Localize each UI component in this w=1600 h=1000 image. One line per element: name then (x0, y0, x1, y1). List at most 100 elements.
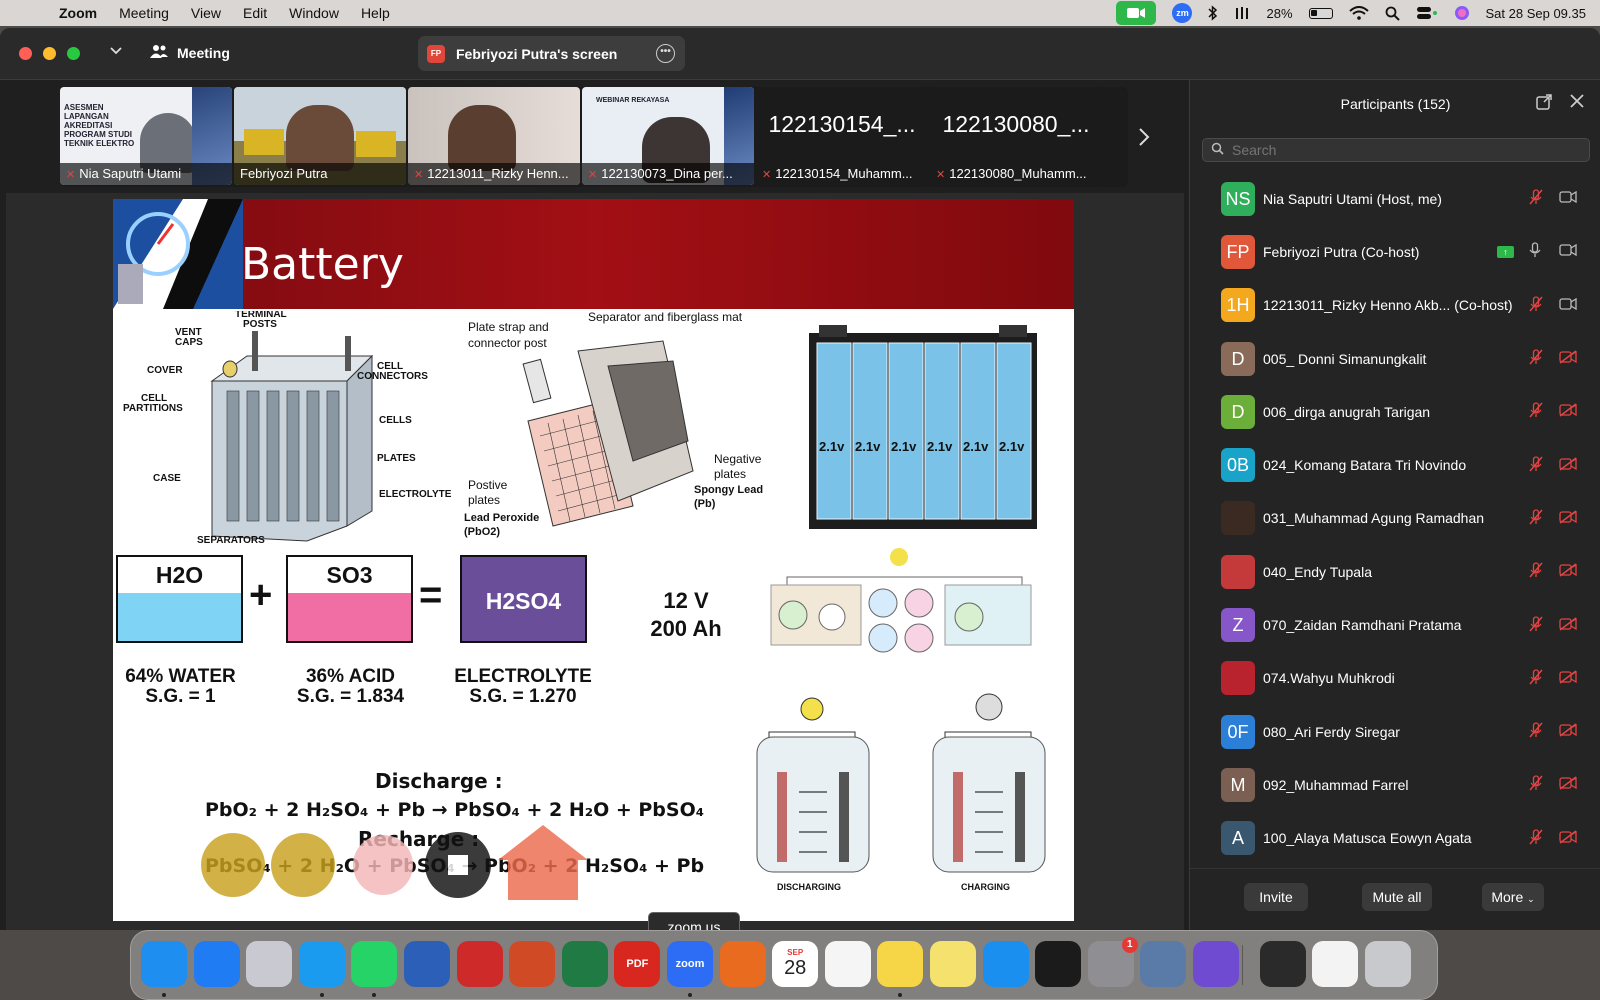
dock-launchpad-icon[interactable] (246, 941, 293, 987)
participant-row[interactable]: FP Febriyozi Putra (Co-host) ↑ (1190, 225, 1600, 278)
mic-muted-icon[interactable] (1529, 669, 1543, 688)
menu-help[interactable]: Help (350, 5, 401, 21)
mic-muted-icon[interactable] (1529, 509, 1543, 528)
dock-matlab-icon[interactable] (719, 941, 766, 987)
invite-button[interactable]: Invite (1244, 883, 1308, 911)
dock-zoom-icon[interactable]: zoom (667, 941, 713, 987)
wifi-icon[interactable] (1348, 3, 1369, 23)
thumbnail-video[interactable]: ASESMEN LAPANGAN AKREDITASI PROGRAM STUDI… (60, 87, 232, 185)
mic-muted-icon[interactable] (1529, 349, 1543, 368)
control-icon[interactable] (1234, 3, 1250, 23)
dock-imovie-icon[interactable] (1193, 941, 1239, 987)
dock-quicktime-icon[interactable] (1259, 941, 1306, 987)
participant-row[interactable]: 031_Muhammad Agung Ramadhan (1190, 492, 1600, 545)
mic-muted-icon[interactable] (1529, 775, 1543, 794)
dock-zotero-icon[interactable] (456, 941, 503, 987)
search-field[interactable] (1202, 138, 1590, 162)
bluetooth-icon[interactable] (1208, 3, 1218, 23)
video-off-icon[interactable] (1559, 776, 1577, 793)
thumbnail-no-video[interactable]: 122130080_... ✕ 122130080_Muhamm... (930, 87, 1102, 185)
video-icon[interactable] (1559, 244, 1577, 259)
mute-all-button[interactable]: Mute all (1362, 883, 1432, 911)
more-button[interactable]: More ⌄ (1482, 883, 1544, 911)
video-off-icon[interactable] (1559, 830, 1577, 847)
video-off-icon[interactable] (1559, 403, 1577, 420)
dock-settings-icon[interactable]: 1 (1087, 937, 1138, 987)
participant-row[interactable]: 0B 024_Komang Batara Tri Novindo (1190, 438, 1600, 491)
spotlight-search-icon[interactable] (1385, 3, 1400, 23)
dock-trash-icon[interactable] (1364, 941, 1411, 987)
search-input[interactable] (1232, 142, 1572, 158)
participant-row[interactable]: A 100_Alaya Matusca Eowyn Agata (1190, 812, 1600, 865)
dock-safari-icon[interactable] (298, 941, 345, 987)
thumbnail-video-active-speaker[interactable]: Febriyozi Putra (234, 87, 406, 185)
participant-row[interactable]: M 092_Muhammad Farrel (1190, 758, 1600, 811)
dock-keynote-icon[interactable] (982, 941, 1029, 987)
mic-muted-icon[interactable] (1529, 402, 1543, 421)
video-off-icon[interactable] (1559, 350, 1577, 367)
dock-excel-icon[interactable] (561, 941, 608, 987)
participant-row[interactable]: 040_Endy Tupala (1190, 545, 1600, 598)
menu-view[interactable]: View (180, 5, 232, 21)
menu-edit[interactable]: Edit (232, 5, 278, 21)
dock-preview-icon[interactable] (1140, 941, 1187, 987)
dock-calendar-icon[interactable]: SEP 28 (772, 941, 819, 987)
siri-icon[interactable] (1454, 3, 1470, 23)
menu-window[interactable]: Window (278, 5, 350, 21)
dock-reminders-icon[interactable] (824, 941, 871, 987)
dock-stickies-icon[interactable] (930, 941, 976, 987)
dock-whatsapp-icon[interactable] (351, 941, 398, 987)
participant-row[interactable]: NS Nia Saputri Utami (Host, me) (1190, 172, 1600, 225)
menu-app-zoom[interactable]: Zoom (48, 5, 108, 21)
view-options-icon[interactable]: ••• (656, 44, 675, 63)
mic-muted-icon[interactable] (1529, 615, 1543, 635)
menu-meeting[interactable]: Meeting (108, 5, 180, 21)
dock-pdf-icon[interactable]: PDF (614, 941, 661, 987)
thumbnail-video[interactable]: ✕ 12213011_Rizky Henn... (408, 87, 580, 185)
zoom-status-icon[interactable]: zm (1172, 3, 1193, 23)
mic-muted-icon[interactable] (1529, 562, 1543, 581)
minimize-window-button[interactable] (43, 47, 56, 60)
participant-row[interactable]: 1H 12213011_Rizky Henno Akb... (Co-host) (1190, 279, 1600, 332)
video-off-icon[interactable] (1559, 616, 1577, 634)
video-off-icon[interactable] (1559, 563, 1577, 580)
participant-row[interactable]: 0F 080_Ari Ferdy Siregar (1190, 705, 1600, 758)
dock-word-icon[interactable] (404, 941, 450, 987)
dock-finder-icon[interactable] (141, 941, 187, 987)
video-off-icon[interactable] (1559, 457, 1577, 474)
video-icon[interactable] (1559, 190, 1577, 206)
shared-screen-area[interactable]: Battery VENT CAPS TERMINAL POSTS COVER C… (6, 193, 1184, 930)
camera-in-use-icon[interactable] (1116, 1, 1157, 25)
pop-out-icon[interactable] (1536, 94, 1552, 114)
video-icon[interactable] (1559, 297, 1577, 313)
fullscreen-window-button[interactable] (67, 47, 80, 60)
dock-activity-icon[interactable] (1035, 941, 1082, 987)
thumbnail-video[interactable]: WEBINAR REKAYASA ✕ 122130073_Dina per... (582, 87, 754, 185)
battery-icon[interactable] (1308, 3, 1333, 23)
dock-notes-icon[interactable] (877, 941, 924, 987)
control-center-icon[interactable] (1416, 3, 1438, 23)
video-off-icon[interactable] (1559, 510, 1577, 527)
chevron-down-icon[interactable] (110, 43, 122, 58)
dock-textedit-icon[interactable] (1312, 941, 1359, 987)
menu-clock[interactable]: Sat 28 Sep 09.35 (1486, 6, 1586, 21)
dock-powerpoint-icon[interactable] (509, 941, 556, 987)
screen-share-indicator[interactable]: FP Febriyozi Putra's screen ••• (418, 36, 685, 71)
participant-row[interactable]: D 006_dirga anugrah Tarigan (1190, 385, 1600, 438)
dock-app-store-icon[interactable] (193, 941, 240, 987)
video-off-icon[interactable] (1559, 670, 1577, 687)
chevron-right-icon[interactable] (1138, 126, 1150, 154)
close-window-button[interactable] (19, 47, 32, 60)
video-off-icon[interactable] (1559, 723, 1577, 740)
mic-icon[interactable] (1529, 242, 1541, 261)
mic-muted-icon[interactable] (1529, 455, 1543, 475)
mic-muted-icon[interactable] (1529, 189, 1543, 208)
thumbnail-no-video[interactable]: 122130154_... ✕ 122130154_Muhamm... (756, 87, 928, 185)
participant-row[interactable]: D 005_ Donni Simanungkalit (1190, 332, 1600, 385)
mic-muted-icon[interactable] (1529, 296, 1543, 315)
mic-muted-icon[interactable] (1529, 722, 1543, 741)
close-icon[interactable] (1570, 92, 1584, 113)
participant-row[interactable]: Z 070_Zaidan Ramdhani Pratama (1190, 598, 1600, 651)
participant-row[interactable]: 074.Wahyu Muhkrodi (1190, 652, 1600, 705)
mic-muted-icon[interactable] (1529, 829, 1543, 848)
